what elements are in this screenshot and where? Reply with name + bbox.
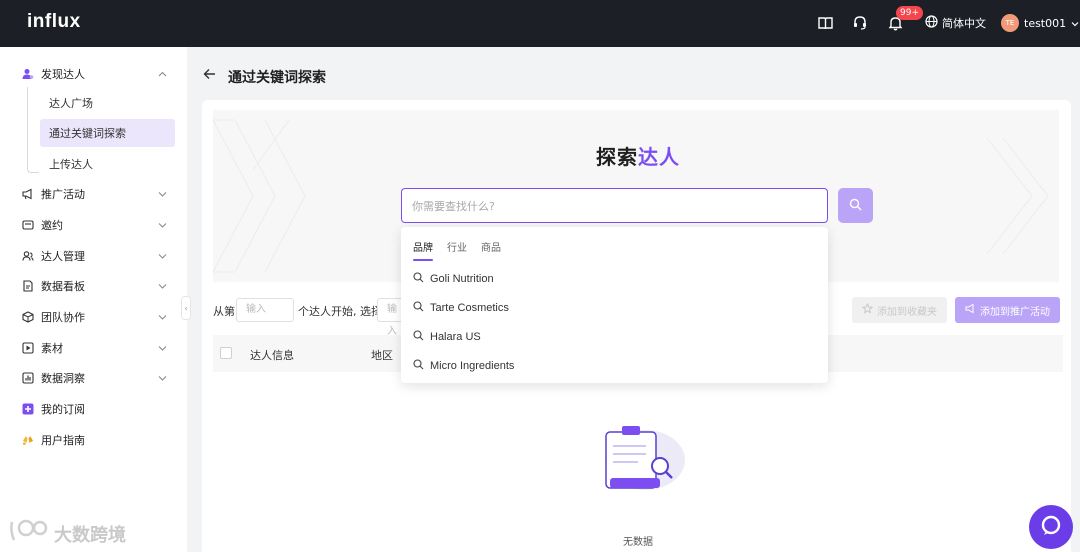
sidebar-item-label: 素材: [41, 342, 63, 355]
user-icon: [22, 68, 34, 80]
chat-bubble-icon: [1040, 515, 1062, 540]
cube-icon: [22, 311, 34, 323]
users-icon: [22, 250, 34, 262]
chevron-down-icon: [157, 373, 167, 383]
play-icon: [22, 342, 34, 354]
suggestion-label: Tarte Cosmetics: [430, 302, 509, 314]
watermark-logo-icon: [8, 518, 48, 549]
keyword-search-input[interactable]: [412, 197, 812, 215]
language-selector[interactable]: 简体中文: [925, 15, 986, 31]
select-all-checkbox[interactable]: [220, 347, 232, 359]
search-icon: [849, 198, 862, 214]
sidebar-item-label: 达人管理: [41, 250, 85, 263]
sidebar-item-label: 我的订阅: [41, 403, 85, 416]
hero-title-prefix: 探索: [596, 145, 638, 169]
chevron-down-icon: [1071, 17, 1079, 30]
active-tab-indicator: [413, 259, 433, 261]
star-icon: [861, 302, 874, 317]
search-icon: [413, 272, 424, 286]
tab-product[interactable]: 商品: [481, 239, 501, 254]
globe-icon: [925, 15, 938, 31]
chevron-up-icon: [157, 69, 167, 79]
search-icon: [413, 359, 424, 373]
sidebar-item-label: 邀约: [41, 219, 63, 232]
search-icon: [413, 301, 424, 315]
sidebar-item-label: 用户指南: [41, 434, 85, 447]
watermark: 大数跨境: [8, 518, 126, 549]
tree-connector: [27, 87, 39, 173]
sidebar-item-user-guide[interactable]: 用户指南: [0, 426, 187, 454]
username: test001: [1024, 16, 1067, 30]
column-header-influencer-info[interactable]: 达人信息: [250, 347, 294, 363]
chat-support-button[interactable]: [1029, 505, 1073, 549]
suggestion-label: Micro Ingredients: [430, 360, 515, 372]
sidebar-subitem-influencer-plaza[interactable]: 达人广场: [40, 89, 175, 117]
suggestion-label: Halara US: [430, 331, 481, 343]
add-to-favorites-button[interactable]: 添加到收藏夹: [852, 297, 947, 323]
app-logo[interactable]: influx: [27, 11, 81, 33]
sidebar-item-team[interactable]: 团队协作: [0, 303, 187, 331]
tab-industry[interactable]: 行业: [447, 239, 467, 254]
chart-icon: [22, 372, 34, 384]
book-icon[interactable]: [816, 14, 834, 32]
user-menu[interactable]: TE test001: [1001, 14, 1079, 32]
sidebar-item-discover[interactable]: 发现达人: [0, 60, 187, 88]
document-icon: [22, 280, 34, 292]
tab-brand[interactable]: 品牌: [413, 239, 433, 254]
chevron-down-icon: [157, 251, 167, 261]
headset-icon[interactable]: [851, 14, 869, 32]
suggestion-item[interactable]: Goli Nutrition: [413, 270, 494, 288]
chevron-down-icon: [157, 220, 167, 230]
back-arrow-icon[interactable]: [203, 66, 217, 82]
hero-title: 探索达人: [596, 141, 680, 170]
add-to-favorites-label: 添加到收藏夹: [877, 306, 937, 318]
notification-badge: 99+: [896, 6, 923, 20]
sidebar-item-dashboard[interactable]: 数据看板: [0, 272, 187, 300]
suggestion-item[interactable]: Halara US: [413, 328, 481, 346]
top-bar: influx 99+ 简体中文 TE test001: [0, 0, 1080, 47]
sidebar-item-assets[interactable]: 素材: [0, 334, 187, 362]
empty-state-illustration: [590, 420, 690, 495]
language-label: 简体中文: [942, 17, 986, 30]
search-button[interactable]: [838, 188, 873, 223]
sidebar-item-label: 推广活动: [41, 188, 85, 201]
sidebar-item-label: 数据看板: [41, 280, 85, 293]
sidebar-item-influencer-management[interactable]: 达人管理: [0, 242, 187, 270]
sidebar-item-invitations[interactable]: 邀约: [0, 211, 187, 239]
sidebar-subitem-upload[interactable]: 上传达人: [40, 150, 175, 178]
watermark-text: 大数跨境: [54, 524, 126, 546]
sidebar-item-campaigns[interactable]: 推广活动: [0, 180, 187, 208]
sidebar-item-subscription[interactable]: 我的订阅: [0, 395, 187, 423]
suggestion-item[interactable]: Micro Ingredients: [413, 357, 514, 375]
add-to-campaign-button[interactable]: 添加到推广活动: [955, 297, 1060, 323]
chevron-down-icon: [157, 343, 167, 353]
avatar: TE: [1001, 14, 1019, 32]
sidebar-collapse-handle[interactable]: ‹: [181, 296, 191, 320]
hands-icon: [22, 434, 34, 446]
column-header-region[interactable]: 地区: [371, 347, 393, 363]
page-title: 通过关键词探索: [228, 70, 326, 86]
mail-icon: [22, 219, 34, 231]
search-icon: [413, 330, 424, 344]
sidebar-subitem-keyword-explore[interactable]: 通过关键词探索: [40, 119, 175, 147]
sidebar-item-label: 发现达人: [41, 68, 85, 81]
start-index-input[interactable]: 输入: [236, 298, 294, 322]
chevron-down-icon: [157, 281, 167, 291]
chevron-down-icon: [157, 189, 167, 199]
chevron-down-icon: [157, 312, 167, 322]
megaphone-icon: [965, 303, 976, 317]
from-label: 从第: [213, 305, 235, 318]
keyword-search-box: [401, 188, 828, 223]
megaphone-icon: [22, 188, 34, 200]
sidebar-item-insights[interactable]: 数据洞察: [0, 364, 187, 392]
hero-title-accent: 达人: [638, 145, 680, 169]
sidebar-item-label: 数据洞察: [41, 372, 85, 385]
sidebar-item-label: 团队协作: [41, 311, 85, 324]
empty-state-text: 无数据: [623, 537, 653, 548]
suggestion-label: Goli Nutrition: [430, 273, 494, 285]
add-to-campaign-label: 添加到推广活动: [980, 306, 1050, 318]
suggestion-item[interactable]: Tarte Cosmetics: [413, 299, 509, 317]
subscription-icon: [22, 403, 34, 415]
select-label: 个达人开始, 选择: [298, 305, 382, 318]
